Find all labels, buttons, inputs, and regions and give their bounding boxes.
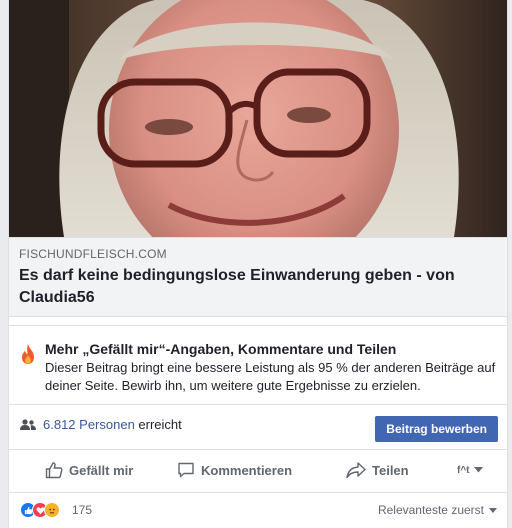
reach-row: 6.812 Personen erreicht Beitrag bewerben [9,404,507,446]
page-avatar-icon: f^t [457,464,470,476]
fire-icon [22,344,34,364]
boost-post-button[interactable]: Beitrag bewerben [375,416,498,442]
share-button[interactable]: Teilen [346,460,409,480]
portrait-image [9,0,507,237]
tip-body: Dieser Beitrag bringt eine bessere Leist… [45,360,496,393]
post-as-page-selector[interactable]: f^t [457,460,489,480]
link-title[interactable]: Es darf keine bedingungslose Einwanderun… [19,265,497,309]
reaction-count[interactable]: 175 [72,503,92,517]
chevron-down-icon [473,467,483,473]
tip-title: Mehr „Gefällt mir“-Angaben, Kommentare u… [45,341,397,357]
people-icon [20,419,36,430]
post-card: FISCHUNDFLEISCH.COM Es darf keine beding… [8,0,508,528]
angry-reaction-icon [44,502,60,518]
boost-tip: Mehr „Gefällt mir“-Angaben, Kommentare u… [9,325,507,400]
comment-button[interactable]: Kommentieren [177,460,292,480]
link-domain: FISCHUNDFLEISCH.COM [19,247,167,261]
reach-suffix: erreicht [134,417,182,432]
post-photo[interactable] [9,0,507,237]
caret-down-icon [489,507,497,513]
comment-label: Kommentieren [201,462,293,478]
like-button[interactable]: Gefällt mir [45,460,133,480]
comment-sort-dropdown[interactable]: Relevanteste zuerst [378,503,497,517]
sort-label: Relevanteste zuerst [377,503,484,517]
reaction-icons[interactable] [20,502,60,518]
link-preview[interactable]: FISCHUNDFLEISCH.COM Es darf keine beding… [9,237,507,317]
comment-icon [178,462,194,478]
reactions-row: 175 Relevanteste zuerst [9,492,507,528]
like-label: Gefällt mir [69,462,134,478]
reach-text: 6.812 Personen erreicht [43,417,182,433]
share-label: Teilen [372,462,409,478]
share-icon [346,462,366,479]
reach-count[interactable]: 6.812 Personen [43,417,135,432]
thumbs-up-icon [45,462,63,479]
action-bar: Gefällt mir Kommentieren Teilen f^t [9,449,507,489]
